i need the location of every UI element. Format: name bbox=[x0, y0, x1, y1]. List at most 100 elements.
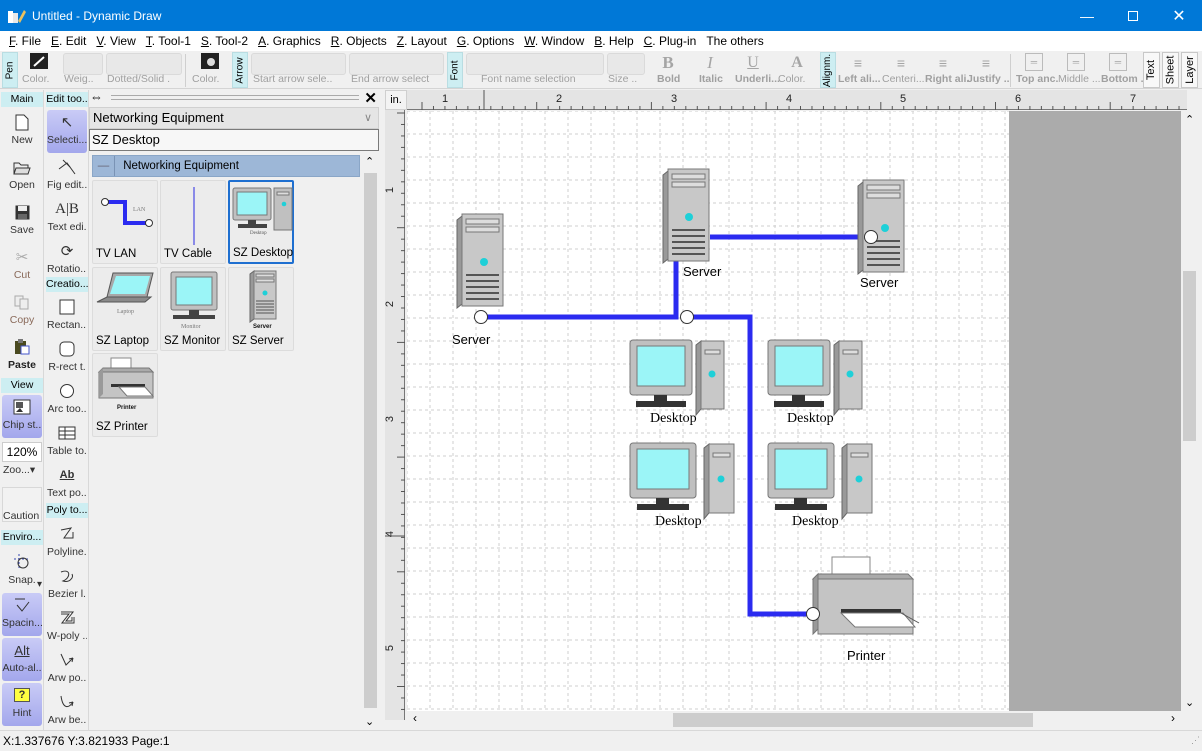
arrow-bezier-tool[interactable]: Arw be.. bbox=[47, 690, 87, 733]
scroll-thumb[interactable] bbox=[1183, 271, 1196, 441]
server-node-left[interactable] bbox=[456, 213, 504, 310]
snap-button[interactable]: Snap. ▾ bbox=[2, 550, 42, 593]
pen-color-icon[interactable] bbox=[30, 53, 48, 69]
pen-style-field[interactable] bbox=[106, 53, 182, 75]
bezier-tool[interactable]: Bezier l. bbox=[47, 564, 87, 607]
text-position-tool[interactable]: Ab Text po... bbox=[47, 463, 87, 506]
center-align-icon[interactable]: ≡ bbox=[891, 53, 911, 73]
collapse-icon[interactable]: — bbox=[93, 156, 115, 176]
scroll-down-icon[interactable]: ⌄ bbox=[365, 715, 374, 728]
scroll-down-icon[interactable]: ⌄ bbox=[1185, 696, 1194, 709]
panel-scrollbar[interactable]: ⌃ ⌄ bbox=[362, 155, 378, 730]
font-tab[interactable]: Font bbox=[447, 52, 463, 88]
resize-grip-icon[interactable]: ⋰ bbox=[1191, 730, 1200, 750]
rounded-rect-tool[interactable]: R-rect t. bbox=[47, 337, 87, 380]
scroll-thumb[interactable] bbox=[364, 173, 377, 708]
connector-handle[interactable] bbox=[680, 310, 694, 324]
rectangle-tool[interactable]: Rectan... bbox=[47, 295, 87, 338]
library-item-sz-monitor[interactable]: Monitor SZ Monitor bbox=[160, 267, 226, 351]
desktop-node-1[interactable] bbox=[629, 339, 725, 417]
library-item-tv-cable[interactable]: TV Cable bbox=[160, 180, 226, 264]
connector-handle[interactable] bbox=[474, 310, 488, 324]
menu-view[interactable]: V. View bbox=[91, 34, 140, 48]
end-arrow-field[interactable] bbox=[349, 53, 444, 75]
text-edit-tool[interactable]: A|B Text edi. bbox=[47, 197, 87, 240]
start-arrow-field[interactable] bbox=[251, 53, 346, 75]
canvas-horizontal-scrollbar[interactable]: ‹ › bbox=[407, 711, 1181, 728]
library-item-tv-lan[interactable]: LAN TV LAN bbox=[92, 180, 158, 264]
horizontal-ruler[interactable]: 1 2 3 4 5 6 7 bbox=[407, 90, 1202, 110]
spacing-button[interactable]: Spacin... bbox=[2, 593, 42, 636]
scroll-up-icon[interactable]: ⌃ bbox=[1185, 113, 1194, 126]
table-tool[interactable]: Table to. bbox=[47, 421, 87, 464]
library-item-sz-laptop[interactable]: Laptop SZ Laptop bbox=[92, 267, 158, 351]
rotation-tool[interactable]: ⟳ Rotatio... bbox=[47, 239, 87, 282]
menu-others[interactable]: The others bbox=[701, 34, 768, 48]
arrow-polyline-tool[interactable]: Arw po.. bbox=[47, 648, 87, 691]
library-item-sz-server[interactable]: Server SZ Server bbox=[228, 267, 294, 351]
desktop-node-2[interactable] bbox=[767, 339, 863, 417]
hint-button[interactable]: ? Hint bbox=[2, 683, 42, 726]
menu-tool-1[interactable]: T. Tool-1 bbox=[141, 34, 196, 48]
new-button[interactable]: New bbox=[2, 110, 42, 153]
selection-tool[interactable]: ↖ Selecti... bbox=[47, 110, 87, 153]
zoom-level-field[interactable]: 120% bbox=[2, 442, 42, 462]
panel-drag-handle[interactable] bbox=[111, 95, 359, 100]
dock-resize-icon[interactable]: ⇔ bbox=[90, 90, 103, 104]
figure-edit-tool[interactable]: Fig edit.. bbox=[47, 155, 87, 198]
save-button[interactable]: Save bbox=[2, 200, 42, 243]
left-align-icon[interactable]: ≡ bbox=[848, 53, 868, 73]
pen-weight-field[interactable] bbox=[63, 53, 103, 75]
copy-button[interactable]: Copy bbox=[2, 290, 42, 333]
desktop-node-4[interactable] bbox=[767, 442, 873, 521]
server-node-center[interactable] bbox=[662, 168, 710, 265]
connector-handle[interactable] bbox=[806, 607, 820, 621]
scroll-left-icon[interactable]: ‹ bbox=[413, 711, 417, 725]
top-anchor-icon[interactable]: ═ bbox=[1025, 53, 1043, 71]
alignment-tab[interactable]: Alignm. bbox=[820, 52, 836, 88]
text-tab[interactable]: Text bbox=[1143, 52, 1160, 88]
vertical-ruler[interactable]: 1 2 3 4 5 bbox=[384, 110, 405, 722]
menu-file[interactable]: F. File bbox=[4, 34, 46, 48]
chip-style-button[interactable]: Chip st.. bbox=[2, 395, 42, 438]
polyline-tool[interactable]: Polyline.. bbox=[47, 522, 87, 565]
w-poly-tool[interactable]: W-poly .. bbox=[47, 606, 87, 649]
scroll-right-icon[interactable]: › bbox=[1171, 711, 1175, 725]
maximize-button[interactable] bbox=[1110, 0, 1156, 31]
scroll-thumb[interactable] bbox=[673, 713, 1033, 727]
layer-tab[interactable]: Layer bbox=[1181, 52, 1198, 88]
group-header[interactable]: — Networking Equipment bbox=[92, 155, 360, 177]
middle-anchor-icon[interactable]: ═ bbox=[1067, 53, 1085, 71]
zoom-dropdown[interactable]: Zoo...▾ bbox=[3, 464, 43, 476]
menu-window[interactable]: W. Window bbox=[519, 34, 589, 48]
fill-color-dropdown[interactable]: Color. bbox=[192, 73, 219, 85]
minimize-button[interactable]: — bbox=[1064, 0, 1110, 31]
pen-color-dropdown[interactable]: Color. bbox=[22, 73, 49, 85]
bottom-anchor-icon[interactable]: ═ bbox=[1109, 53, 1127, 71]
arrow-tab[interactable]: Arrow bbox=[232, 52, 248, 88]
bold-icon[interactable]: B bbox=[658, 53, 678, 73]
menu-tool-2[interactable]: S. Tool-2 bbox=[196, 34, 253, 48]
library-item-sz-printer[interactable]: Printer SZ Printer bbox=[92, 353, 158, 437]
menu-help[interactable]: B. Help bbox=[589, 34, 638, 48]
close-button[interactable]: ✕ bbox=[1156, 0, 1202, 31]
text-color-icon[interactable]: A bbox=[787, 53, 807, 73]
paste-button[interactable]: Paste bbox=[2, 335, 42, 378]
menu-edit[interactable]: E. Edit bbox=[46, 34, 91, 48]
drawing-canvas[interactable]: Server Server Server Desktop Desktop Des… bbox=[407, 111, 1187, 711]
menu-options[interactable]: G. Options bbox=[452, 34, 519, 48]
auto-align-button[interactable]: Alt Auto-al.. bbox=[2, 638, 42, 681]
menu-plug-in[interactable]: C. Plug-in bbox=[639, 34, 702, 48]
text-color-label[interactable]: Color. bbox=[778, 73, 805, 85]
canvas-vertical-scrollbar[interactable]: ⌃ ⌄ bbox=[1181, 111, 1198, 711]
open-button[interactable]: Open bbox=[2, 155, 42, 198]
font-size-field[interactable] bbox=[607, 53, 645, 75]
underline-icon[interactable]: U bbox=[743, 53, 763, 73]
menu-layout[interactable]: Z. Layout bbox=[392, 34, 452, 48]
arc-tool[interactable]: Arc too.. bbox=[47, 379, 87, 422]
panel-close-icon[interactable]: ✕ bbox=[364, 89, 377, 107]
desktop-node-3[interactable] bbox=[629, 442, 735, 521]
menu-objects[interactable]: R. Objects bbox=[326, 34, 392, 48]
font-name-field[interactable] bbox=[466, 53, 604, 75]
category-dropdown[interactable]: Networking Equipment ∨ bbox=[89, 107, 379, 129]
